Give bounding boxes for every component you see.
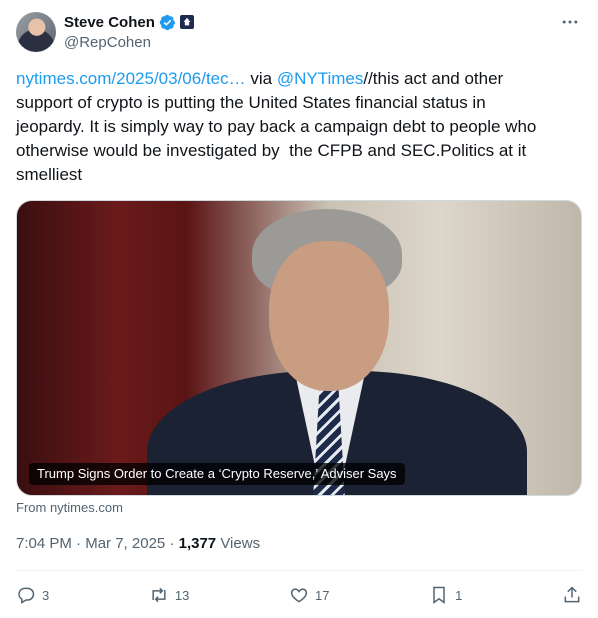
repost-button[interactable]: 13 — [149, 582, 189, 608]
card-source[interactable]: From nytimes.com — [16, 500, 123, 515]
repost-icon — [152, 587, 166, 603]
tweet-meta: 7:04 PM · Mar 7, 2025 · 1,377 Views — [16, 535, 260, 552]
like-count: 17 — [314, 587, 330, 603]
author-handle[interactable]: @RepCohen — [64, 34, 151, 51]
meta-separator: · — [71, 535, 86, 552]
government-badge-icon[interactable] — [179, 15, 194, 29]
author-name-row: Steve Cohen — [64, 12, 194, 32]
reply-count: 3 — [42, 587, 50, 603]
bookmark-icon — [433, 586, 445, 604]
card-caption: Trump Signs Order to Create a ‘Crypto Re… — [29, 463, 405, 485]
article-link[interactable]: nytimes.com/2025/03/06/tec… — [16, 69, 246, 88]
reply-icon — [18, 587, 35, 604]
repost-count: 13 — [174, 587, 190, 603]
author-name[interactable]: Steve Cohen — [64, 14, 155, 31]
views-count: 1,377 — [178, 535, 217, 552]
like-icon — [290, 588, 308, 603]
link-card[interactable]: Trump Signs Order to Create a ‘Crypto Re… — [16, 200, 582, 496]
bookmark-button[interactable]: 1 — [429, 582, 462, 608]
action-bar: 3 13 17 1 — [16, 582, 582, 608]
share-icon — [564, 586, 580, 603]
verified-badge-icon[interactable] — [159, 14, 176, 31]
bookmark-count: 1 — [455, 587, 463, 603]
like-button[interactable]: 17 — [289, 582, 329, 608]
more-options-icon[interactable] — [558, 12, 582, 32]
via-text: via — [245, 69, 277, 88]
avatar[interactable] — [16, 12, 56, 52]
tweet-text: nytimes.com/2025/03/06/tec… via @NYTimes… — [16, 67, 556, 187]
views-label: Views — [216, 535, 261, 552]
nytimes-mention[interactable]: @NYTimes — [277, 69, 364, 88]
tweet-time[interactable]: 7:04 PM — [16, 535, 72, 552]
card-image-face — [269, 241, 389, 391]
divider — [16, 570, 582, 571]
tweet-date[interactable]: Mar 7, 2025 — [85, 535, 165, 552]
meta-separator: · — [165, 535, 179, 552]
share-button[interactable] — [562, 582, 582, 608]
tweet-header: Steve Cohen @RepCohen — [16, 12, 582, 54]
reply-button[interactable]: 3 — [16, 582, 49, 608]
